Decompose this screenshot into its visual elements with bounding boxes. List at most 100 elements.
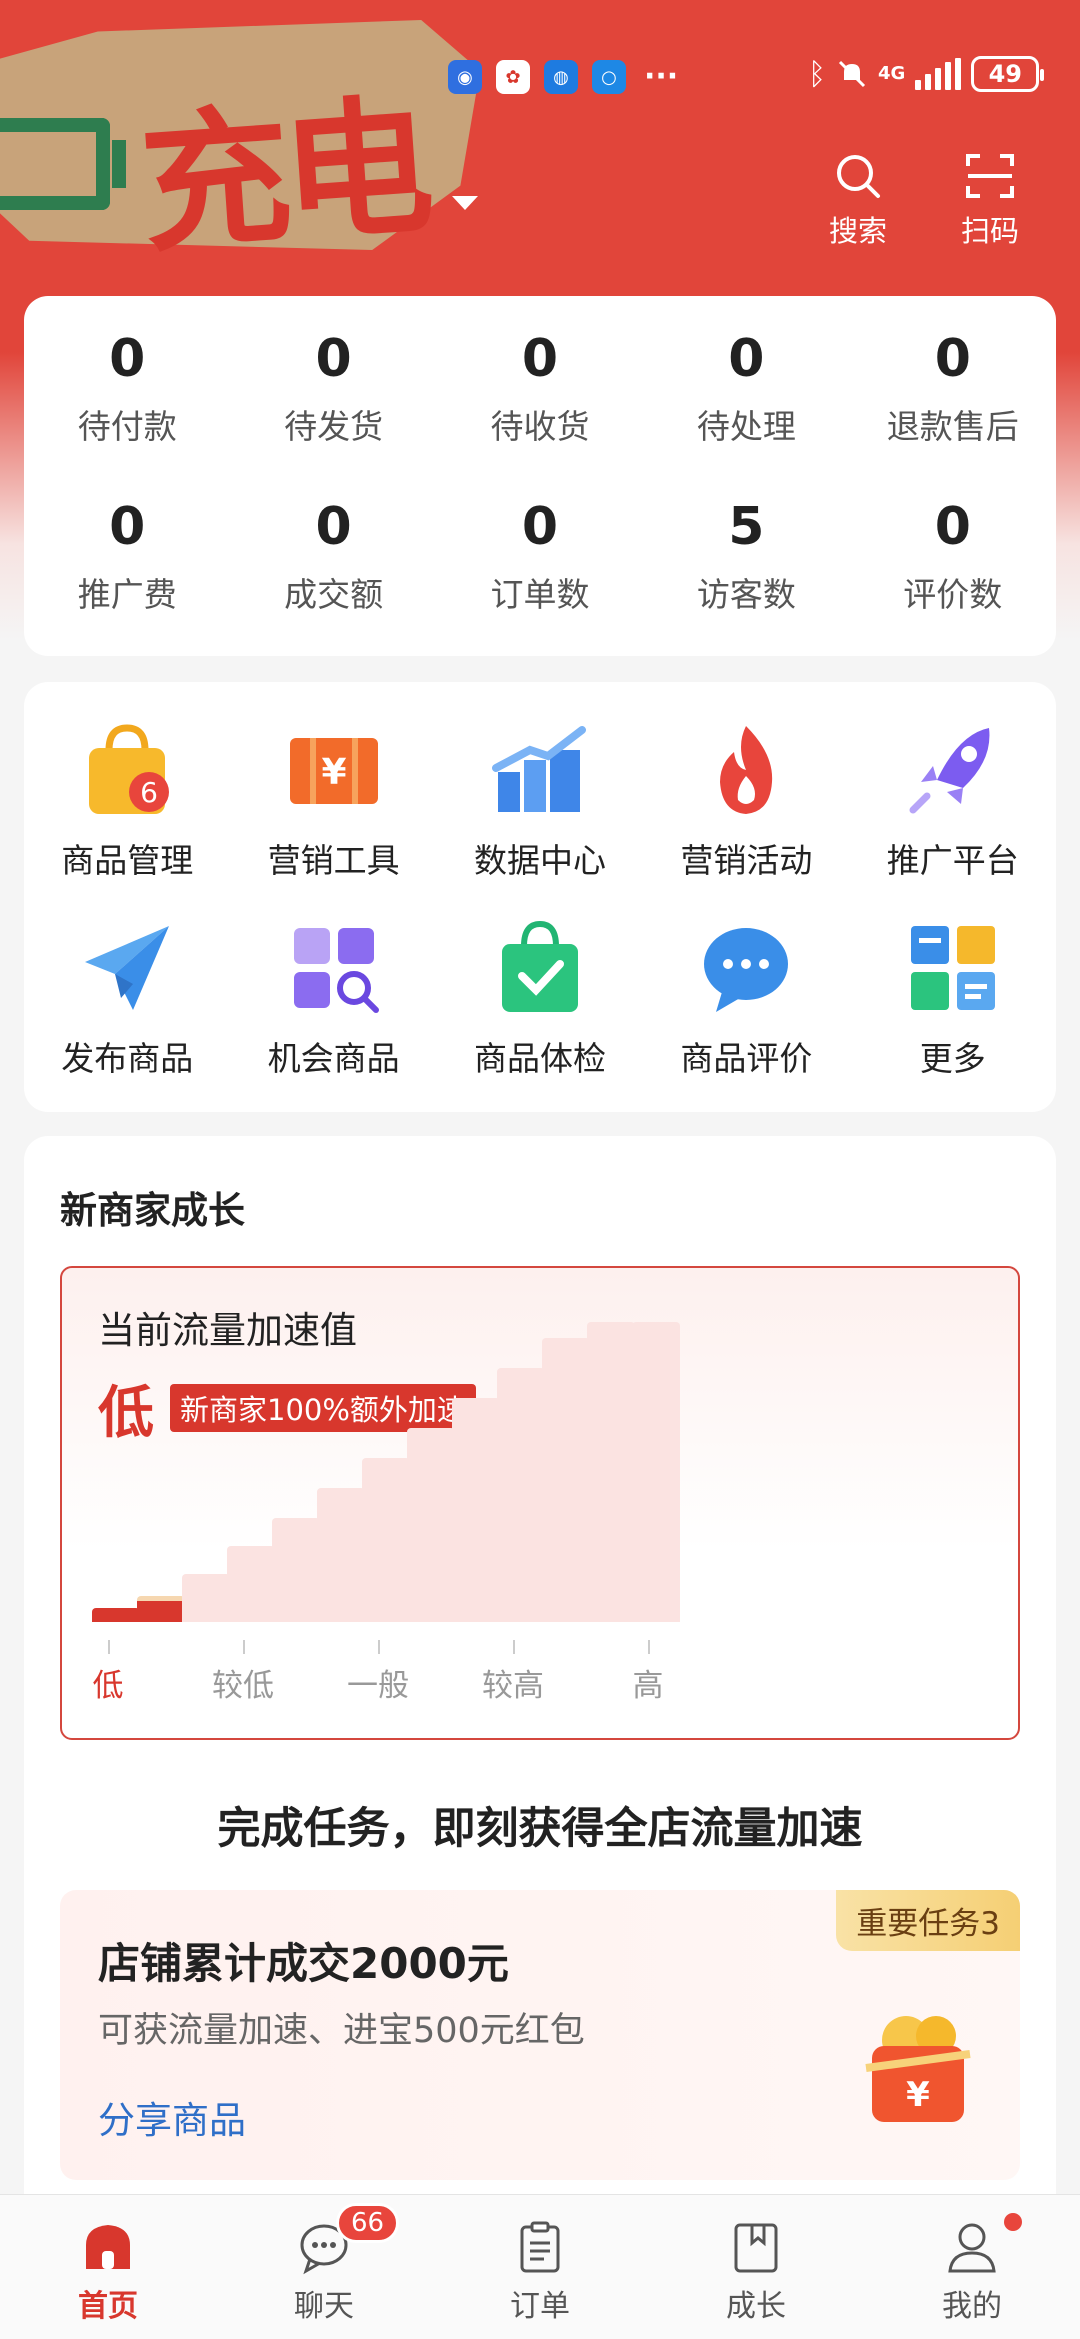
stat-label: 待发货 bbox=[284, 407, 384, 446]
stat-item[interactable]: 0 订单数 bbox=[437, 494, 643, 662]
bottom-tab-bar: 首页 聊天 66 订单 成长 我的 bbox=[0, 2194, 1080, 2339]
speed-axis-tick bbox=[243, 1640, 245, 1654]
speed-axis-label: 一般 bbox=[347, 1668, 409, 1704]
stat-label: 待处理 bbox=[696, 407, 796, 446]
stat-item[interactable]: 0 待发货 bbox=[230, 326, 436, 494]
chat-bubble-icon bbox=[696, 918, 796, 1018]
task-heading: 完成任务，即刻获得全店流量加速 bbox=[217, 1804, 863, 1854]
speed-level: 低 bbox=[98, 1380, 154, 1446]
tab-orders[interactable]: 订单 bbox=[432, 2195, 648, 2339]
tool-item[interactable]: 发布商品 bbox=[24, 918, 230, 1116]
tool-item[interactable]: ¥ 营销工具 bbox=[230, 720, 436, 918]
speed-level-bar bbox=[452, 1398, 500, 1622]
signal-icon bbox=[915, 58, 962, 90]
tools-grid: 6 商品管理 ¥ 营销工具 数据中心 营销活动 推广平台 发布商品 机会商品 商… bbox=[24, 682, 1056, 1116]
stat-item[interactable]: 0 评价数 bbox=[850, 494, 1056, 662]
tool-label: 商品管理 bbox=[61, 841, 194, 880]
speed-level-bar bbox=[362, 1458, 410, 1622]
tool-item[interactable]: 推广平台 bbox=[850, 720, 1056, 918]
bluetooth-icon: ᛒ bbox=[808, 56, 826, 92]
stats-grid: 0 待付款 0 待发货 0 待收货 0 待处理 0 退款售后 0 推广费 0 成交额 0 订单数 5 访客数 0 评价… bbox=[24, 296, 1056, 662]
speed-axis-tick bbox=[513, 1640, 515, 1654]
order-list-icon bbox=[520, 2221, 560, 2273]
speed-level-bar bbox=[137, 1596, 185, 1622]
tab-chat[interactable]: 聊天 66 bbox=[216, 2195, 432, 2339]
stat-label: 待收货 bbox=[490, 407, 590, 446]
tool-item[interactable]: 营销活动 bbox=[643, 720, 849, 918]
status-notification-icons: ◉ ✿ ◍ ○ ··· bbox=[448, 60, 678, 94]
stat-item[interactable]: 0 待付款 bbox=[24, 326, 230, 494]
speed-level-bar bbox=[227, 1546, 275, 1622]
svg-text:¥: ¥ bbox=[906, 2075, 930, 2115]
stat-value: 0 bbox=[521, 497, 559, 557]
speed-title: 当前流量加速值 bbox=[98, 1309, 357, 1352]
speed-level-bar bbox=[632, 1322, 680, 1622]
task-title: 店铺累计成交2000元 bbox=[98, 1939, 509, 1988]
tab-label: 我的 bbox=[942, 2289, 1002, 2324]
tool-item[interactable]: 6 商品管理 bbox=[24, 720, 230, 918]
speed-level-bar bbox=[542, 1338, 590, 1622]
tool-label: 机会商品 bbox=[267, 1039, 400, 1078]
tool-item[interactable]: 商品体检 bbox=[437, 918, 643, 1116]
notification-dot bbox=[1004, 2213, 1022, 2231]
traffic-speed-panel[interactable]: 当前流量加速值 低 新商家100%额外加速 低较低 一般 较高高 bbox=[60, 1266, 1020, 1740]
scan-label: 扫码 bbox=[960, 214, 1019, 248]
tool-item[interactable]: 商品评价 bbox=[643, 918, 849, 1116]
battery-tip bbox=[112, 140, 126, 188]
app-notification-icon: ◉ bbox=[448, 60, 482, 94]
search-icon bbox=[837, 155, 880, 198]
grid-search-icon bbox=[284, 918, 384, 1018]
stat-item[interactable]: 5 访客数 bbox=[643, 494, 849, 662]
stat-value: 0 bbox=[109, 329, 146, 389]
tool-item[interactable]: 更多 bbox=[850, 918, 1056, 1116]
search-button[interactable]: 搜索 bbox=[808, 150, 908, 250]
tab-growth[interactable]: 成长 bbox=[648, 2195, 864, 2339]
speed-level-bar bbox=[182, 1574, 230, 1622]
network-type: 4G bbox=[878, 63, 906, 84]
share-product-link[interactable]: 分享商品 bbox=[98, 2090, 246, 2144]
flame-icon bbox=[696, 720, 796, 820]
stat-value: 5 bbox=[728, 497, 765, 557]
search-notification-icon: ○ bbox=[592, 60, 626, 94]
task-description: 可获流量加速、进宝500元红包 bbox=[98, 2011, 585, 2051]
stat-label: 推广费 bbox=[77, 575, 177, 614]
scan-icon bbox=[966, 154, 1014, 198]
battery-indicator: 49 bbox=[971, 56, 1045, 92]
stat-item[interactable]: 0 成交额 bbox=[230, 494, 436, 662]
tab-home[interactable]: 首页 bbox=[0, 2195, 216, 2339]
stat-value: 0 bbox=[728, 329, 765, 389]
battery-graphic-icon bbox=[0, 118, 110, 210]
stat-label: 评价数 bbox=[903, 575, 1003, 614]
task-card[interactable]: 重要任务3 店铺累计成交2000元 可获流量加速、进宝500元红包 分享商品 ¥ bbox=[60, 1890, 1020, 2180]
stat-value: 0 bbox=[315, 497, 352, 557]
stat-value: 0 bbox=[521, 329, 559, 389]
stat-value: 0 bbox=[934, 497, 971, 557]
speed-axis-label: 较低 bbox=[212, 1668, 274, 1704]
search-label: 搜索 bbox=[828, 214, 887, 248]
browser-notification-icon: ◍ bbox=[544, 60, 578, 94]
tool-item[interactable]: 数据中心 bbox=[437, 720, 643, 918]
paper-plane-icon bbox=[77, 918, 177, 1018]
speed-level-bar bbox=[317, 1488, 365, 1622]
tool-label: 推广平台 bbox=[886, 841, 1019, 880]
stat-label: 订单数 bbox=[490, 575, 590, 614]
stat-item[interactable]: 0 推广费 bbox=[24, 494, 230, 662]
stat-item[interactable]: 0 待收货 bbox=[437, 326, 643, 494]
tab-me[interactable]: 我的 bbox=[864, 2195, 1080, 2339]
scan-button[interactable]: 扫码 bbox=[940, 150, 1040, 250]
task-tag: 重要任务3 bbox=[836, 1890, 1020, 1951]
stat-value: 0 bbox=[315, 329, 352, 389]
speed-level-bar bbox=[497, 1368, 545, 1622]
store-switch-caret-icon[interactable] bbox=[452, 196, 478, 210]
speed-axis-tick bbox=[378, 1640, 380, 1654]
stat-item[interactable]: 0 退款售后 bbox=[850, 326, 1056, 494]
speed-axis-label: 低 bbox=[92, 1668, 124, 1704]
status-bar-right: ᛒ 4G 49 bbox=[808, 56, 1045, 92]
stat-item[interactable]: 0 待处理 bbox=[643, 326, 849, 494]
home-icon bbox=[86, 2225, 130, 2269]
svg-text:¥: ¥ bbox=[321, 752, 346, 793]
tool-item[interactable]: 机会商品 bbox=[230, 918, 436, 1116]
speed-level-bar bbox=[272, 1518, 320, 1622]
tab-label: 成长 bbox=[726, 2289, 786, 2324]
chat-unread-badge: 66 bbox=[336, 2203, 400, 2243]
